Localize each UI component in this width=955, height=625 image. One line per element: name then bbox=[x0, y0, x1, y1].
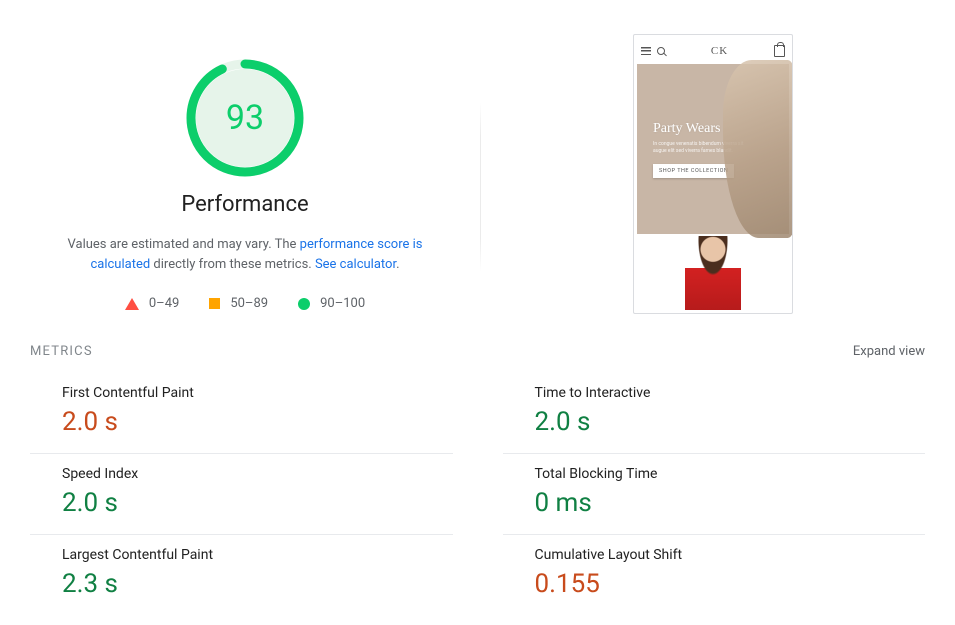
circle-pass-icon bbox=[298, 298, 310, 310]
square-avg-icon bbox=[209, 298, 220, 309]
score-legend: 0–49 50–89 90–100 bbox=[125, 296, 365, 311]
metric-value: 0.155 bbox=[535, 569, 922, 599]
metric-row: Cumulative Layout Shift 0.155 bbox=[503, 534, 926, 615]
metric-row: Time to Interactive 2.0 s bbox=[503, 381, 926, 453]
metric-row: First Contentful Paint 2.0 s bbox=[30, 381, 453, 453]
score-description: Values are estimated and may vary. The p… bbox=[45, 235, 445, 274]
metric-value: 2.3 s bbox=[62, 569, 449, 599]
metric-name: Total Blocking Time bbox=[535, 466, 922, 482]
search-icon bbox=[657, 47, 665, 55]
metric-row: Total Blocking Time 0 ms bbox=[503, 453, 926, 534]
site-thumbnail: CK Party Wears In congue venenatis biben… bbox=[633, 34, 793, 314]
preview-column: CK Party Wears In congue venenatis biben… bbox=[501, 30, 925, 314]
triangle-fail-icon bbox=[125, 298, 139, 310]
metric-value: 2.0 s bbox=[535, 407, 922, 437]
desc-text: directly from these metrics. bbox=[150, 257, 315, 272]
metric-name: Time to Interactive bbox=[535, 385, 922, 401]
legend-avg-label: 50–89 bbox=[230, 296, 268, 311]
score-column: 93 Performance Values are estimated and … bbox=[30, 30, 460, 314]
hamburger-icon bbox=[641, 47, 651, 55]
thumb-hero: Party Wears In congue venenatis bibendum… bbox=[637, 64, 789, 234]
legend-avg: 50–89 bbox=[209, 296, 268, 311]
legend-fail-label: 0–49 bbox=[149, 296, 179, 311]
metric-value: 0 ms bbox=[535, 488, 922, 518]
legend-pass: 90–100 bbox=[298, 296, 365, 311]
metrics-header: Metrics Expand view bbox=[30, 344, 925, 359]
score-gauge: 93 bbox=[185, 58, 305, 178]
metric-name: Speed Index bbox=[62, 466, 449, 482]
metrics-heading: Metrics bbox=[30, 344, 93, 359]
vertical-divider bbox=[480, 102, 481, 272]
shopping-bag-icon bbox=[774, 45, 785, 57]
metric-name: Cumulative Layout Shift bbox=[535, 547, 922, 563]
legend-fail: 0–49 bbox=[125, 296, 179, 311]
legend-pass-label: 90–100 bbox=[320, 296, 365, 311]
expand-view-toggle[interactable]: Expand view bbox=[853, 344, 925, 359]
desc-text: . bbox=[396, 257, 399, 272]
metric-value: 2.0 s bbox=[62, 488, 449, 518]
thumb-logo: CK bbox=[711, 45, 728, 57]
metrics-grid: First Contentful Paint2.0 sTime to Inter… bbox=[30, 381, 925, 615]
metric-name: First Contentful Paint bbox=[62, 385, 449, 401]
metric-name: Largest Contentful Paint bbox=[62, 547, 449, 563]
thumb-hero-button: SHOP THE COLLECTION bbox=[653, 164, 734, 178]
metric-row: Speed Index 2.0 s bbox=[30, 453, 453, 534]
score-value: 93 bbox=[185, 58, 305, 178]
score-title: Performance bbox=[181, 192, 308, 217]
summary-row: 93 Performance Values are estimated and … bbox=[30, 30, 925, 314]
desc-text: Values are estimated and may vary. The bbox=[68, 237, 300, 252]
metric-value: 2.0 s bbox=[62, 407, 449, 437]
metric-row: Largest Contentful Paint 2.3 s bbox=[30, 534, 453, 615]
thumb-hero-figure bbox=[723, 60, 793, 238]
link-see-calculator[interactable]: See calculator bbox=[315, 257, 396, 272]
thumb-model-figure bbox=[683, 236, 743, 310]
